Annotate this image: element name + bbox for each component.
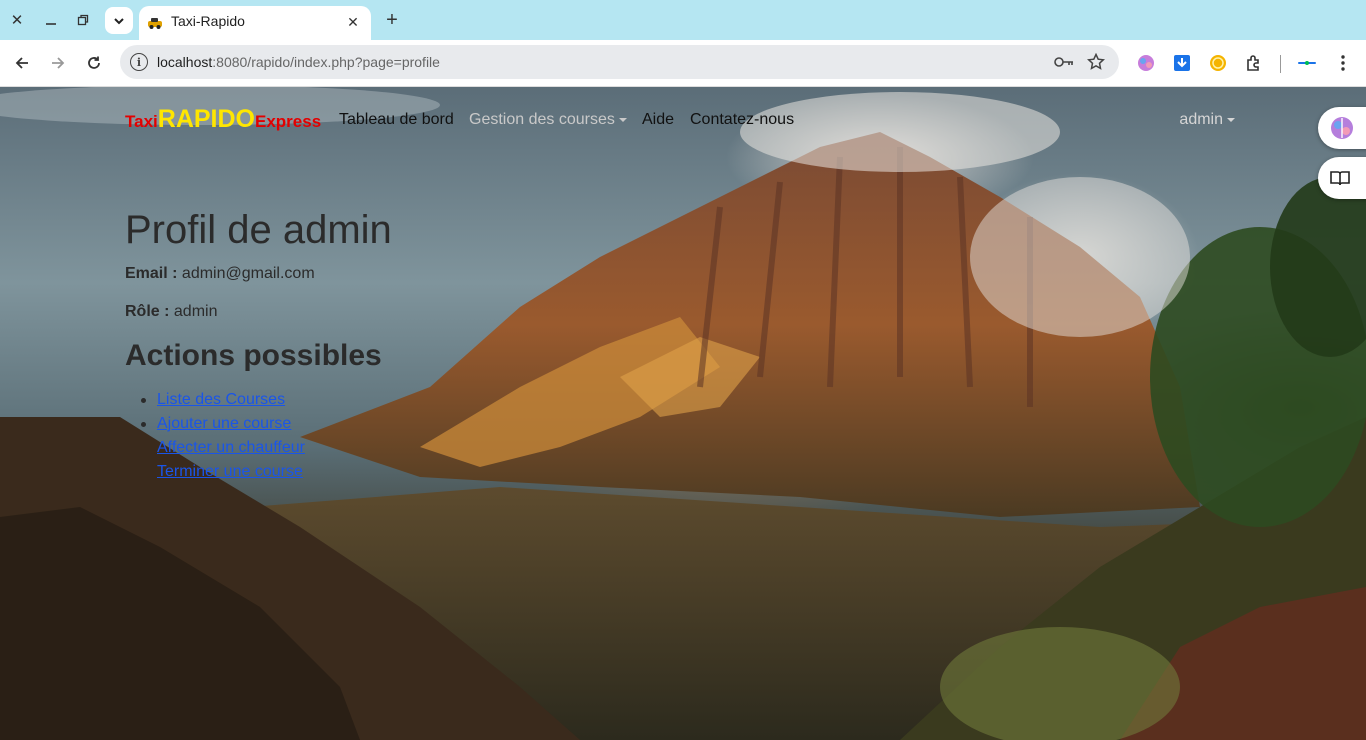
brand-express-text: Express	[255, 112, 322, 131]
email-label: Email :	[125, 265, 178, 282]
book-icon	[1330, 171, 1350, 186]
side-panel-brain-button[interactable]	[1318, 107, 1366, 149]
brand-rapido-text: RAPIDO	[157, 105, 255, 133]
browser-menu-icon[interactable]	[1333, 53, 1353, 73]
brain-icon	[1331, 117, 1353, 139]
list-item: Ajouter une course	[141, 412, 825, 436]
taxi-favicon-icon	[148, 18, 162, 29]
nav-link-contact[interactable]: Contatez-nous	[690, 111, 794, 129]
list-item: Affecter un chauffeur	[157, 436, 825, 460]
brand-taxi-text: Taxi	[125, 112, 158, 131]
download-extension-icon[interactable]	[1172, 53, 1192, 73]
new-tab-icon[interactable]: +	[380, 8, 404, 32]
role-label: Rôle :	[125, 303, 170, 320]
user-menu-dropdown[interactable]: admin	[1179, 111, 1235, 129]
action-link-list-courses[interactable]: Liste des Courses	[157, 391, 285, 408]
tab-close-icon[interactable]: ✕	[343, 12, 363, 32]
action-link-add-course[interactable]: Ajouter une course	[157, 415, 291, 432]
caret-down-icon	[618, 117, 627, 122]
reload-icon[interactable]	[82, 51, 106, 75]
back-icon[interactable]	[10, 51, 34, 75]
bookmark-star-icon[interactable]	[1086, 53, 1106, 71]
forward-icon[interactable]	[46, 51, 70, 75]
list-item: Liste des Courses	[141, 388, 825, 412]
action-link-assign-driver[interactable]: Affecter un chauffeur	[157, 439, 305, 456]
actions-list: Liste des Courses Ajouter une course Aff…	[125, 388, 825, 484]
coin-extension-icon[interactable]	[1208, 53, 1228, 73]
brand-logo[interactable]: TaxiRAPIDOExpress	[125, 105, 321, 134]
profile-content: Profil de admin Email : admin@gmail.com …	[125, 207, 825, 484]
url-text[interactable]: localhost:8080/rapido/index.php?page=pro…	[157, 54, 440, 70]
active-tab[interactable]: Taxi-Rapido ✕	[139, 6, 371, 40]
side-panel-reader-button[interactable]	[1318, 157, 1366, 199]
minimize-icon[interactable]	[39, 8, 63, 32]
profile-extension-icon[interactable]	[1297, 53, 1317, 73]
browser-toolbar: i localhost:8080/rapido/index.php?page=p…	[0, 40, 1366, 87]
nav-link-dashboard[interactable]: Tableau de bord	[339, 111, 454, 129]
address-bar[interactable]: i localhost:8080/rapido/index.php?page=p…	[120, 45, 1119, 79]
password-key-icon[interactable]	[1054, 53, 1074, 71]
list-item: Terminer une course	[157, 460, 825, 484]
tab-search-dropdown[interactable]	[105, 7, 133, 34]
role-line: Rôle : admin	[125, 303, 825, 321]
brain-extension-icon[interactable]	[1136, 53, 1156, 73]
extensions-puzzle-icon[interactable]	[1244, 53, 1264, 73]
site-info-icon[interactable]: i	[130, 53, 148, 71]
page-viewport: TaxiRAPIDOExpress Tableau de bord Gestio…	[0, 87, 1366, 740]
nav-link-course-management-label: Gestion des courses	[469, 111, 615, 128]
site-navbar: TaxiRAPIDOExpress Tableau de bord Gestio…	[125, 105, 1235, 135]
tab-title: Taxi-Rapido	[171, 13, 245, 29]
restore-window-icon[interactable]	[71, 8, 95, 32]
action-link-finish-course[interactable]: Terminer une course	[157, 463, 303, 480]
actions-heading: Actions possibles	[125, 339, 382, 372]
toolbar-separator	[1280, 55, 1281, 73]
close-window-icon[interactable]: ✕	[5, 8, 29, 32]
user-menu-label: admin	[1179, 111, 1223, 128]
browser-tab-bar: ✕ Taxi-Rapido ✕ +	[0, 0, 1366, 40]
role-value: admin	[173, 303, 218, 320]
email-value: admin@gmail.com	[181, 265, 315, 282]
email-line: Email : admin@gmail.com	[125, 265, 825, 283]
nav-link-course-management[interactable]: Gestion des courses	[469, 111, 627, 129]
nav-link-help[interactable]: Aide	[642, 111, 674, 129]
page-title: Profil de admin	[125, 208, 392, 252]
caret-down-icon	[1227, 117, 1235, 122]
chevron-down-icon	[114, 17, 124, 24]
